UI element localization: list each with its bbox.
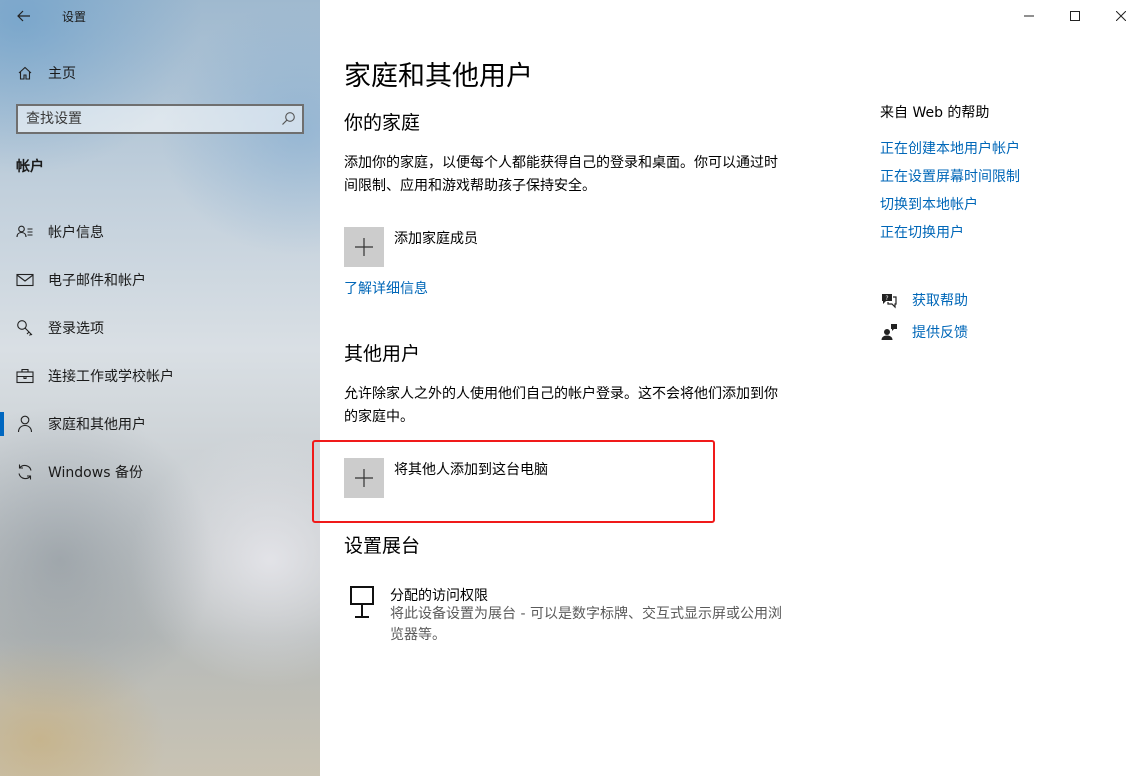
help-link-create-local-account[interactable]: 正在创建本地用户帐户 (880, 138, 1020, 158)
give-feedback-label: 提供反馈 (912, 325, 968, 341)
help-title: 来自 Web 的帮助 (880, 105, 990, 121)
key-icon (16, 319, 34, 337)
sidebar-item-label: 电子邮件和帐户 (48, 273, 146, 289)
sidebar: 设置 主页 帐户 帐户信息 (0, 0, 320, 776)
highlight-annotation-box (312, 440, 715, 523)
family-description: 添加你的家庭，以便每个人都能获得自己的登录和桌面。你可以通过时间限制、应用和游戏… (344, 155, 778, 194)
sidebar-item-work-school[interactable]: 连接工作或学校帐户 (0, 352, 320, 400)
learn-more-link[interactable]: 了解详细信息 (344, 278, 428, 298)
help-link-switch-local-account[interactable]: 切换到本地帐户 (880, 194, 978, 214)
mail-icon (16, 271, 34, 289)
back-arrow-icon (17, 10, 30, 22)
account-info-icon (16, 223, 34, 241)
app-title: 设置 (62, 10, 87, 24)
assigned-access-button[interactable]: 分配的访问权限 将此设备设置为展台 - 可以是数字标牌、交互式显示屏或公用浏览器… (344, 584, 804, 648)
sidebar-item-account-info[interactable]: 帐户信息 (0, 208, 320, 256)
sync-icon (16, 463, 34, 481)
page-title: 家庭和其他用户 (344, 61, 533, 92)
give-feedback-button[interactable]: 提供反馈 (880, 321, 1080, 343)
home-label: 主页 (48, 66, 76, 82)
briefcase-icon (16, 367, 34, 385)
get-help-button[interactable]: ? 获取帮助 (880, 289, 1080, 311)
sidebar-item-label: 登录选项 (48, 321, 104, 337)
sidebar-item-windows-backup[interactable]: Windows 备份 (0, 448, 320, 496)
help-panel: 来自 Web 的帮助 正在创建本地用户帐户 正在设置屏幕时间限制 切换到本地帐户… (880, 0, 1130, 776)
back-button[interactable] (10, 3, 38, 29)
sidebar-item-label: 帐户信息 (48, 225, 104, 241)
kiosk-heading: 设置展台 (344, 535, 421, 557)
main-content: 家庭和其他用户 你的家庭 添加你的家庭，以便每个人都能获得自己的登录和桌面。你可… (344, 0, 824, 776)
search-icon[interactable] (280, 111, 296, 127)
get-help-label: 获取帮助 (912, 293, 968, 309)
sidebar-item-family[interactable]: 家庭和其他用户 (0, 400, 320, 448)
other-users-heading: 其他用户 (344, 343, 421, 365)
sidebar-item-label: 家庭和其他用户 (48, 417, 146, 433)
kiosk-icon (350, 586, 374, 618)
other-users-description: 允许除家人之外的人使用他们自己的帐户登录。这不会将他们添加到你的家庭中。 (344, 386, 778, 425)
search-box[interactable] (16, 104, 304, 134)
help-link-switch-user[interactable]: 正在切换用户 (880, 222, 964, 242)
home-icon (16, 64, 34, 82)
plus-icon (355, 238, 373, 256)
add-family-member-button[interactable]: 添加家庭成员 (344, 227, 704, 267)
person-icon (16, 415, 34, 433)
sidebar-nav: 帐户信息 电子邮件和帐户 登录选项 连接工作或学校帐户 家庭和其他用户 Wind… (0, 208, 320, 496)
search-input[interactable] (26, 109, 266, 129)
plus-tile (344, 227, 384, 267)
sidebar-item-label: Windows 备份 (48, 465, 143, 481)
add-family-member-label: 添加家庭成员 (394, 231, 478, 247)
feedback-icon (881, 324, 897, 340)
sidebar-item-label: 连接工作或学校帐户 (48, 369, 174, 385)
title-bar: 设置 (0, 0, 320, 34)
sidebar-item-sign-in-options[interactable]: 登录选项 (0, 304, 320, 352)
chat-help-icon: ? (882, 294, 897, 309)
family-heading: 你的家庭 (344, 112, 421, 134)
section-label-accounts: 帐户 (16, 159, 44, 175)
help-link-screen-time-limits[interactable]: 正在设置屏幕时间限制 (880, 166, 1020, 186)
svg-text:?: ? (885, 295, 888, 302)
assigned-access-title: 分配的访问权限 (390, 588, 488, 604)
assigned-access-description: 将此设备设置为展台 - 可以是数字标牌、交互式显示屏或公用浏览器等。 (390, 606, 782, 643)
sidebar-item-email[interactable]: 电子邮件和帐户 (0, 256, 320, 304)
sidebar-item-home[interactable]: 主页 (0, 58, 320, 88)
